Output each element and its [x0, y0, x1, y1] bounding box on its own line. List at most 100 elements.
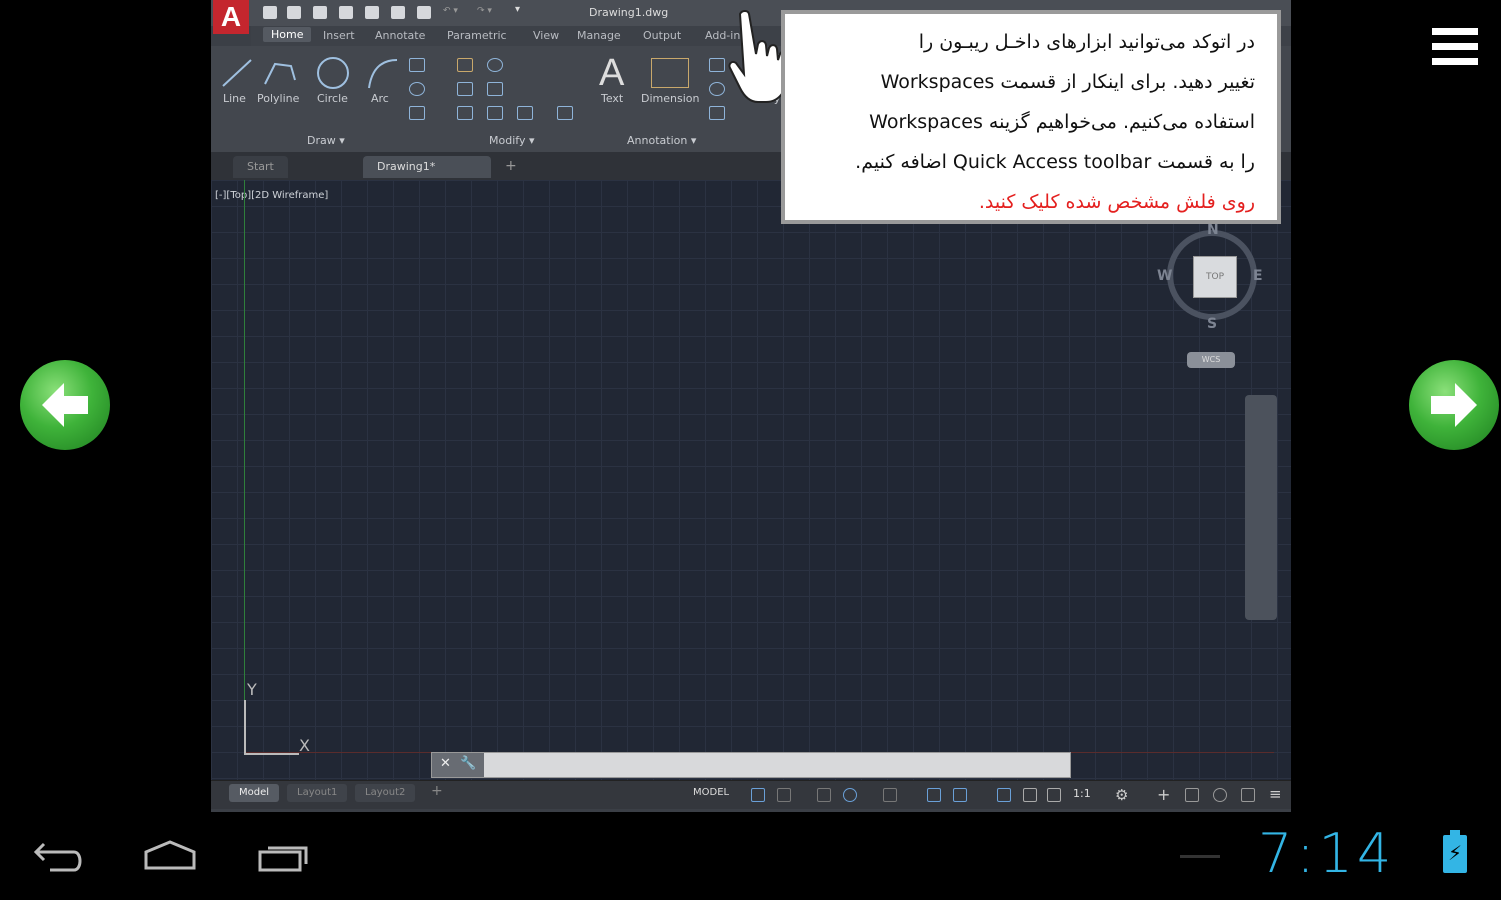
new-tab-plus-icon[interactable]: +	[505, 158, 517, 174]
customize-qat-arrow-icon[interactable]: ▾	[515, 4, 520, 15]
notification-indicator	[1180, 855, 1220, 858]
open-icon[interactable]	[287, 6, 301, 19]
instruction-line-1: در اتوکد می‌توانید ابزارهای داخـل ریبـون…	[918, 31, 1255, 53]
line-tool-icon[interactable]	[219, 56, 255, 90]
grid-icon[interactable]	[751, 788, 765, 802]
wcs-badge[interactable]: WCS	[1187, 352, 1235, 368]
text-tool-label[interactable]: Text	[601, 92, 623, 105]
recent-apps-icon[interactable]	[256, 838, 312, 878]
polar-icon[interactable]	[843, 788, 857, 802]
wrench-icon[interactable]: 🔧	[460, 756, 476, 771]
line-tool-label[interactable]: Line	[223, 92, 246, 105]
navigation-bar[interactable]	[1245, 395, 1277, 620]
annotation-panel-label[interactable]: Annotation ▾	[627, 134, 696, 147]
drawing-canvas[interactable]: [-][Top][2D Wireframe] Y X TOP N S E W W…	[211, 180, 1291, 780]
arc-tool-label[interactable]: Arc	[371, 92, 389, 105]
scale-icon[interactable]	[487, 106, 503, 120]
layout-tab-layout2[interactable]: Layout2	[355, 784, 416, 802]
close-icon[interactable]: ✕	[440, 756, 451, 771]
web-mobile-icon[interactable]	[365, 6, 379, 19]
hatch-icon[interactable]	[409, 106, 425, 120]
rotate-icon[interactable]	[487, 58, 503, 72]
tab-parametric[interactable]: Parametric	[447, 29, 507, 42]
move-icon[interactable]	[457, 58, 473, 72]
customization-menu-icon[interactable]: ≡	[1269, 785, 1282, 803]
viewport-controls-label[interactable]: [-][Top][2D Wireframe]	[215, 190, 328, 201]
auto-scale-icon[interactable]	[1023, 788, 1037, 802]
lineweight-icon[interactable]	[953, 788, 967, 802]
ucs-x-label: X	[299, 736, 310, 755]
workspace-gear-icon[interactable]: ⚙	[1115, 786, 1128, 804]
linear-dim-icon[interactable]	[709, 58, 725, 72]
layout-tab-layout1[interactable]: Layout1	[287, 784, 348, 802]
ucs-y-label: Y	[247, 680, 257, 699]
array-icon[interactable]	[517, 106, 533, 120]
command-line-controls[interactable]: ✕ 🔧	[432, 753, 484, 777]
layout-tab-model[interactable]: Model	[229, 784, 280, 802]
next-button[interactable]	[1409, 360, 1499, 450]
compass-north[interactable]: N	[1207, 222, 1219, 238]
save-icon[interactable]	[313, 6, 327, 19]
mirror-icon[interactable]	[487, 82, 503, 96]
compass-east[interactable]: E	[1253, 268, 1263, 284]
table-icon[interactable]	[709, 106, 725, 120]
plot-icon[interactable]	[391, 6, 405, 19]
new-icon[interactable]	[263, 6, 277, 19]
offset-icon[interactable]	[557, 106, 573, 120]
plus-icon[interactable]: +	[1157, 785, 1170, 804]
clean-screen-icon[interactable]	[1241, 788, 1255, 802]
ellipse-icon[interactable]	[409, 82, 425, 96]
model-space-button[interactable]: MODEL	[693, 787, 729, 798]
hardware-acceleration-icon[interactable]	[1213, 788, 1227, 802]
home-icon[interactable]	[140, 838, 200, 878]
draw-panel-label[interactable]: Draw ▾	[307, 134, 345, 147]
arrow-right-icon	[1431, 383, 1477, 427]
dimension-tool-label[interactable]: Dimension	[641, 92, 699, 105]
redo-icon[interactable]: ↷ ▾	[477, 6, 492, 16]
tab-view[interactable]: View	[533, 29, 559, 42]
save-as-icon[interactable]	[339, 6, 353, 19]
tab-annotate[interactable]: Annotate	[375, 29, 425, 42]
circle-tool-label[interactable]: Circle	[317, 92, 348, 105]
osnap-tracking-icon[interactable]	[927, 788, 941, 802]
copy-icon[interactable]	[457, 82, 473, 96]
document-title: Drawing1.dwg	[589, 6, 669, 19]
undo-icon[interactable]: ↶ ▾	[443, 6, 458, 16]
annotation-scale-value[interactable]: 1:1	[1073, 787, 1091, 800]
osnap-icon[interactable]	[883, 788, 897, 802]
status-bar: Model Layout1 Layout2 + MODEL 1:1 ⚙ + ≡	[211, 780, 1291, 809]
tab-output[interactable]: Output	[643, 29, 681, 42]
menu-icon[interactable]	[1432, 28, 1478, 66]
modify-panel-label[interactable]: Modify ▾	[489, 134, 534, 147]
text-tool-icon[interactable]: A	[599, 52, 624, 95]
command-line[interactable]: ✕ 🔧	[431, 752, 1071, 778]
dimension-tool-icon[interactable]	[651, 58, 689, 88]
application-menu-logo[interactable]: A	[213, 0, 249, 34]
viewcube-top-face[interactable]: TOP	[1193, 256, 1237, 298]
polyline-tool-label[interactable]: Polyline	[257, 92, 299, 105]
previous-button[interactable]	[20, 360, 110, 450]
compass-west[interactable]: W	[1157, 268, 1172, 284]
rectangle-icon[interactable]	[409, 58, 425, 72]
annotation-visibility-icon[interactable]	[997, 788, 1011, 802]
polyline-tool-icon[interactable]	[261, 56, 301, 90]
instruction-line-2: تغییر دهید. برای اینکار از قسمت Workspac…	[880, 71, 1255, 93]
tab-manage[interactable]: Manage	[577, 29, 621, 42]
ortho-icon[interactable]	[817, 788, 831, 802]
compass-south[interactable]: S	[1207, 316, 1217, 332]
snap-icon[interactable]	[777, 788, 791, 802]
circle-tool-icon[interactable]	[313, 54, 353, 92]
stretch-icon[interactable]	[457, 106, 473, 120]
tab-start[interactable]: Start	[233, 156, 288, 178]
annotation-scale-icon[interactable]	[1047, 788, 1061, 802]
tab-drawing1[interactable]: Drawing1*	[363, 156, 491, 178]
leader-icon[interactable]	[709, 82, 725, 96]
system-clock: 7:14	[1258, 822, 1396, 885]
arc-tool-icon[interactable]	[363, 54, 403, 92]
back-icon[interactable]	[30, 838, 86, 878]
tab-home[interactable]: Home	[263, 27, 312, 42]
tab-insert[interactable]: Insert	[323, 29, 355, 42]
isolate-objects-icon[interactable]	[1185, 788, 1199, 802]
add-layout-plus-icon[interactable]: +	[431, 783, 443, 799]
print-icon[interactable]	[417, 6, 431, 19]
